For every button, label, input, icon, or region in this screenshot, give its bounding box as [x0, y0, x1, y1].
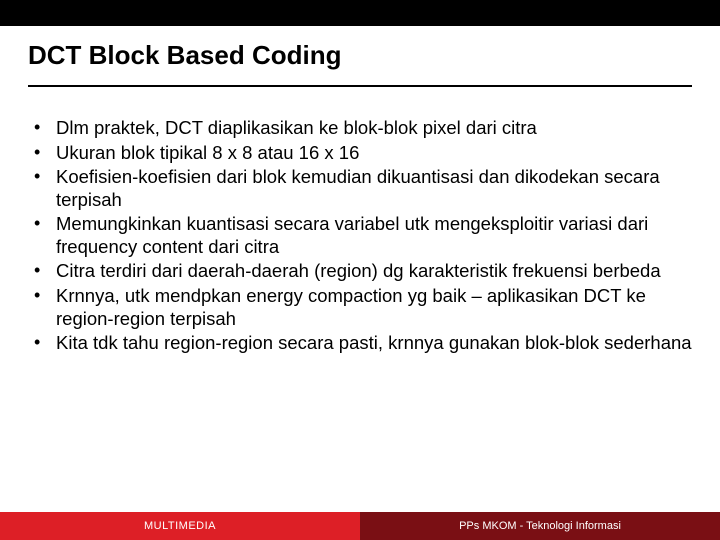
- footer-bar: MULTIMEDIA PPs MKOM - Teknologi Informas…: [0, 512, 720, 540]
- list-item: Dlm praktek, DCT diaplikasikan ke blok-b…: [28, 117, 692, 140]
- footer-right-panel: PPs MKOM - Teknologi Informasi: [360, 512, 720, 540]
- content-area: Dlm praktek, DCT diaplikasikan ke blok-b…: [0, 87, 720, 355]
- list-item: Koefisien-koefisien dari blok kemudian d…: [28, 166, 692, 211]
- list-item: Citra terdiri dari daerah-daerah (region…: [28, 260, 692, 283]
- top-black-bar: [0, 0, 720, 26]
- bullet-list: Dlm praktek, DCT diaplikasikan ke blok-b…: [28, 117, 692, 355]
- list-item: Krnnya, utk mendpkan energy compaction y…: [28, 285, 692, 330]
- footer-left-panel: MULTIMEDIA: [0, 512, 360, 540]
- slide-title: DCT Block Based Coding: [28, 40, 692, 71]
- list-item: Ukuran blok tipikal 8 x 8 atau 16 x 16: [28, 142, 692, 165]
- list-item: Memungkinkan kuantisasi secara variabel …: [28, 213, 692, 258]
- list-item: Kita tdk tahu region-region secara pasti…: [28, 332, 692, 355]
- footer-left-text: MULTIMEDIA: [144, 520, 216, 532]
- footer-right-text: PPs MKOM - Teknologi Informasi: [459, 520, 621, 532]
- title-section: DCT Block Based Coding: [0, 26, 720, 77]
